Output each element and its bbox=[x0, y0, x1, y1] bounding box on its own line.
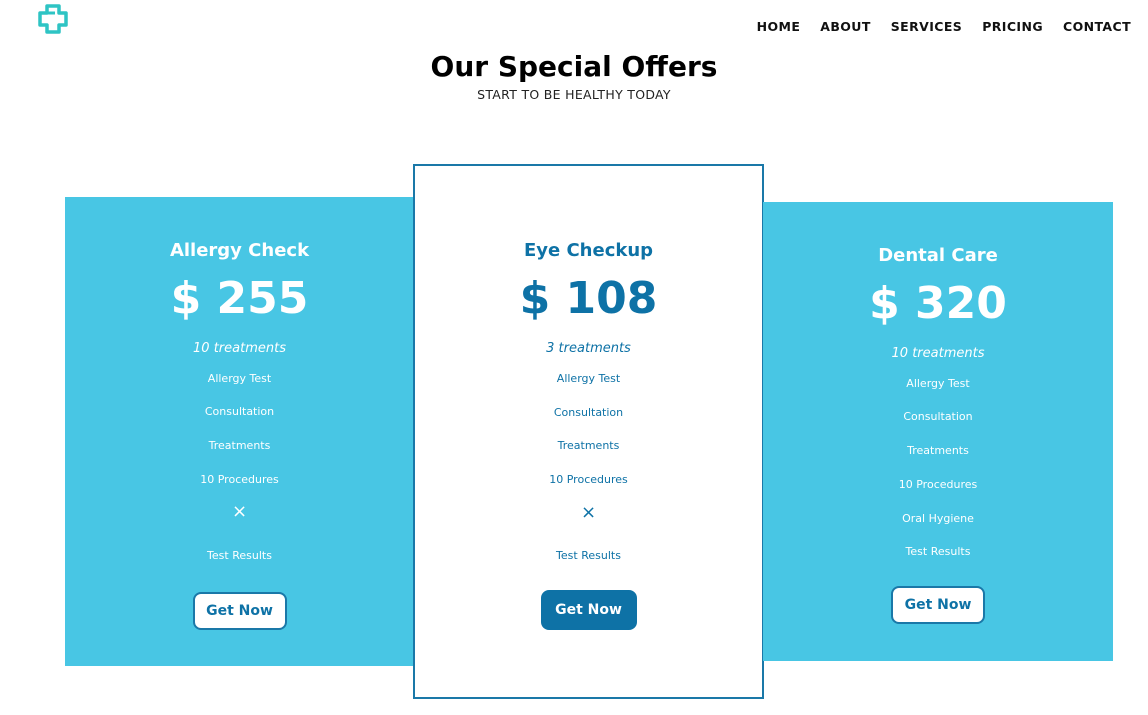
excluded-x-icon: × bbox=[231, 501, 248, 522]
medical-cross-logo-icon[interactable] bbox=[38, 4, 68, 34]
nav-about-link[interactable]: ABOUT bbox=[820, 19, 871, 34]
get-now-button[interactable]: Get Now bbox=[540, 590, 637, 630]
plan-feature: Treatments bbox=[208, 439, 271, 452]
plan-feature: Treatments bbox=[907, 444, 969, 457]
pricing-card-allergy-check: Allergy Check $ 255 10 treatments Allerg… bbox=[65, 197, 414, 666]
plan-feature: 10 Procedures bbox=[200, 473, 279, 486]
page-subtitle: START TO BE HEALTHY TODAY bbox=[477, 87, 671, 102]
plan-feature: 10 Procedures bbox=[549, 473, 628, 486]
plan-feature: Test Results bbox=[207, 549, 272, 562]
pricing-card-eye-checkup: Eye Checkup $ 108 3 treatments Allergy T… bbox=[413, 164, 764, 699]
plan-feature: Treatments bbox=[557, 439, 620, 452]
plan-treatments-count: 10 treatments bbox=[193, 341, 286, 356]
plan-feature: Consultation bbox=[903, 410, 973, 423]
plan-feature: Test Results bbox=[905, 545, 971, 558]
plan-price: $ 255 bbox=[170, 273, 309, 324]
plan-feature: Consultation bbox=[553, 406, 624, 419]
plan-feature: Allergy Test bbox=[207, 372, 272, 385]
plan-feature: Allergy Test bbox=[556, 372, 621, 385]
nav-contact-link[interactable]: CONTACT bbox=[1063, 19, 1131, 34]
plan-name: Allergy Check bbox=[169, 240, 310, 261]
plan-feature: 10 Procedures bbox=[898, 478, 978, 491]
plan-price: $ 320 bbox=[869, 278, 1007, 329]
nav-home-link[interactable]: HOME bbox=[757, 19, 801, 34]
plan-name: Dental Care bbox=[878, 245, 998, 266]
get-now-button[interactable]: Get Now bbox=[192, 592, 287, 630]
pricing-card-dental-care: Dental Care $ 320 10 treatments Allergy … bbox=[763, 202, 1113, 661]
plan-feature: Allergy Test bbox=[906, 377, 970, 390]
plan-price: $ 108 bbox=[519, 273, 658, 324]
excluded-x-icon: × bbox=[580, 502, 597, 523]
plan-treatments-count: 3 treatments bbox=[546, 341, 631, 356]
page-title: Our Special Offers bbox=[430, 50, 718, 83]
plan-treatments-count: 10 treatments bbox=[891, 346, 985, 361]
plan-feature: Consultation bbox=[204, 405, 275, 418]
nav-pricing-link[interactable]: PRICING bbox=[982, 19, 1043, 34]
plan-feature: Test Results bbox=[556, 549, 621, 562]
nav-services-link[interactable]: SERVICES bbox=[891, 19, 962, 34]
get-now-button[interactable]: Get Now bbox=[891, 586, 985, 624]
plan-feature: Oral Hygiene bbox=[902, 512, 974, 525]
plan-name: Eye Checkup bbox=[523, 240, 654, 261]
main-nav: HOME ABOUT SERVICES PRICING CONTACT bbox=[757, 19, 1131, 34]
